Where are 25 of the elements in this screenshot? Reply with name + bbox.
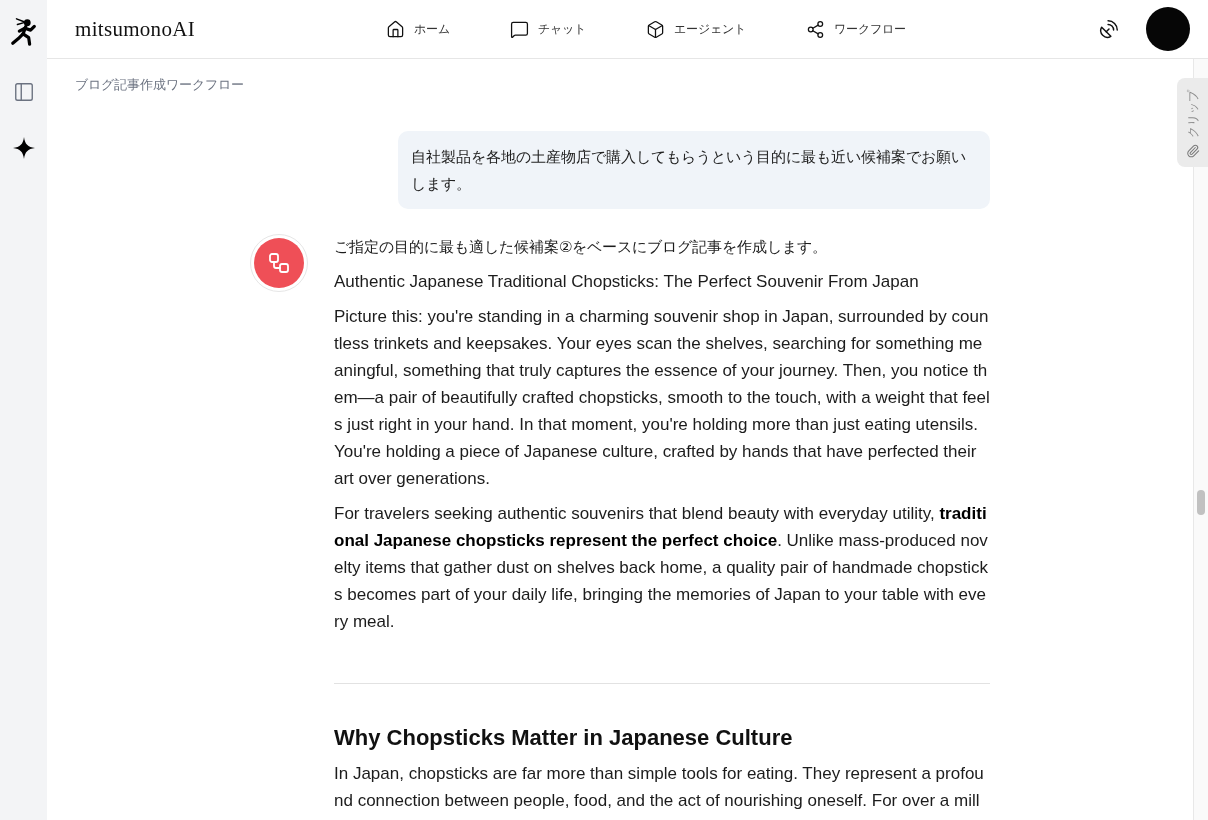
breadcrumb: ブログ記事作成ワークフロー	[75, 76, 244, 94]
chat-bubble-icon	[510, 19, 530, 39]
workflow-icon	[267, 251, 291, 275]
cube-icon	[646, 19, 666, 39]
section-heading: Why Chopsticks Matter in Japanese Culture	[334, 724, 794, 752]
assistant-reply-text: ご指定の目的に最も適した候補案②をベースにブログ記事を作成します。	[334, 237, 829, 257]
app-title: mitsumonoAI	[75, 16, 195, 42]
article-title: Authentic Japanese Traditional Chopsticks: The Perfect Souvenir From Japan	[334, 271, 920, 293]
article-paragraph: For travelers seeking authentic souvenirs that blend beauty with everyday utility, traditional Japanese chopsticks represent the perfect choice. Unlike mass-produced novelty items that gather dust on shelves back home, a quality pair of handmade chopsticks becomes part of your daily life, bringing the memories of Japan to your table with every meal.	[334, 503, 989, 633]
sparkle-icon[interactable]	[12, 137, 35, 159]
paperclip-icon	[1185, 143, 1200, 158]
article-paragraph: In Japan, chopsticks are far more than simple tools for eating. They represent a profound connection between people, food, and the act of nourishing oneself. For over a mill	[334, 763, 985, 812]
nav-link[interactable]: ワークフロー	[806, 19, 907, 39]
nav-link[interactable]: エージェント	[646, 19, 747, 39]
home-icon	[386, 19, 406, 39]
nav-link[interactable]: チャット	[510, 19, 587, 39]
share-nodes-icon	[806, 19, 826, 39]
panel-icon[interactable]	[12, 81, 35, 103]
user-message: 自社製品を各地の土産物店で購入してもらうという目的に最も近い候補案でお願いします。	[398, 131, 990, 209]
user-avatar[interactable]	[1146, 7, 1190, 51]
scrollbar-thumb[interactable]	[1197, 490, 1205, 515]
satellite-dish-icon[interactable]	[1098, 18, 1120, 40]
running-figure-icon	[8, 17, 39, 47]
article-paragraph: Picture this: you're standing in a charming souvenir shop in Japan, surrounded by countless trinkets and keepsakes. Your eyes scan the shelves, searching for something meaningful, something that truly captures the essence of your journey. Then, you notice them—a pair of beautifully crafted chopsticks, smooth to the touch, with a weight that feels just right in your hand. In that moment, you're holding more than just eating utensils. You're holding a piece of Japanese culture, crafted by hands that have perfected their art over generations.	[334, 306, 990, 490]
nav-link[interactable]: ホーム	[386, 19, 451, 39]
